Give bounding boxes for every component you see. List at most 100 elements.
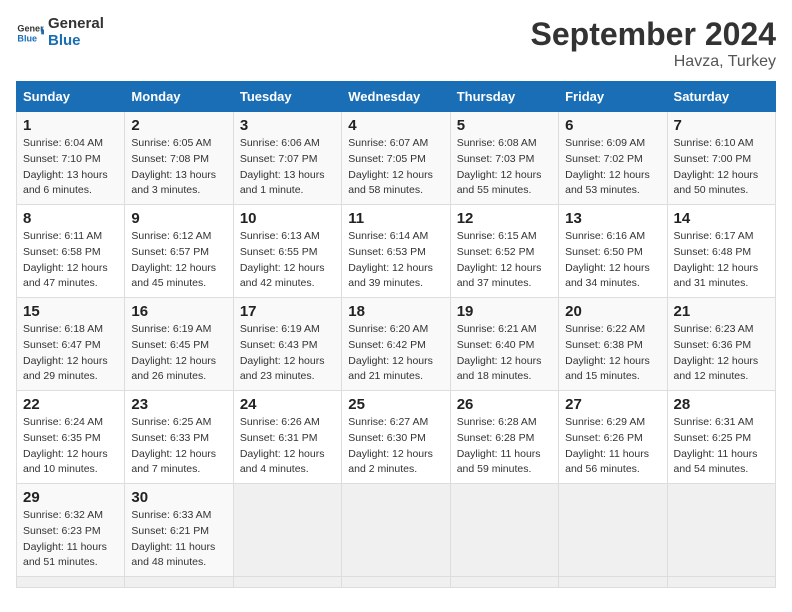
calendar-cell: 26 Sunrise: 6:28 AMSunset: 6:28 PMDaylig… — [450, 391, 558, 484]
calendar-cell: 11 Sunrise: 6:14 AMSunset: 6:53 PMDaylig… — [342, 205, 450, 298]
day-detail: Sunrise: 6:13 AMSunset: 6:55 PMDaylight:… — [240, 230, 325, 289]
day-detail: Sunrise: 6:11 AMSunset: 6:58 PMDaylight:… — [23, 230, 108, 289]
day-number: 16 — [131, 303, 226, 320]
calendar-cell: 15 Sunrise: 6:18 AMSunset: 6:47 PMDaylig… — [17, 298, 125, 391]
location-title: Havza, Turkey — [531, 53, 776, 71]
day-number: 24 — [240, 396, 335, 413]
day-number: 22 — [23, 396, 118, 413]
header-friday: Friday — [559, 82, 667, 112]
calendar-cell: 13 Sunrise: 6:16 AMSunset: 6:50 PMDaylig… — [559, 205, 667, 298]
header-tuesday: Tuesday — [233, 82, 341, 112]
day-number: 12 — [457, 210, 552, 227]
calendar-cell: 20 Sunrise: 6:22 AMSunset: 6:38 PMDaylig… — [559, 298, 667, 391]
day-number: 18 — [348, 303, 443, 320]
day-detail: Sunrise: 6:10 AMSunset: 7:00 PMDaylight:… — [674, 137, 759, 196]
day-number: 23 — [131, 396, 226, 413]
calendar-cell — [559, 577, 667, 588]
day-number: 11 — [348, 210, 443, 227]
calendar-cell: 4 Sunrise: 6:07 AMSunset: 7:05 PMDayligh… — [342, 112, 450, 205]
svg-text:Blue: Blue — [17, 33, 37, 43]
calendar-cell: 1 Sunrise: 6:04 AMSunset: 7:10 PMDayligh… — [17, 112, 125, 205]
calendar-cell: 6 Sunrise: 6:09 AMSunset: 7:02 PMDayligh… — [559, 112, 667, 205]
day-number: 26 — [457, 396, 552, 413]
calendar-cell: 23 Sunrise: 6:25 AMSunset: 6:33 PMDaylig… — [125, 391, 233, 484]
day-detail: Sunrise: 6:15 AMSunset: 6:52 PMDaylight:… — [457, 230, 542, 289]
calendar-row: 22 Sunrise: 6:24 AMSunset: 6:35 PMDaylig… — [17, 391, 776, 484]
calendar-cell: 12 Sunrise: 6:15 AMSunset: 6:52 PMDaylig… — [450, 205, 558, 298]
calendar-cell: 22 Sunrise: 6:24 AMSunset: 6:35 PMDaylig… — [17, 391, 125, 484]
calendar-cell — [450, 577, 558, 588]
day-number: 29 — [23, 489, 118, 506]
day-number: 28 — [674, 396, 769, 413]
calendar-cell: 9 Sunrise: 6:12 AMSunset: 6:57 PMDayligh… — [125, 205, 233, 298]
day-detail: Sunrise: 6:27 AMSunset: 6:30 PMDaylight:… — [348, 416, 433, 475]
calendar-row: 1 Sunrise: 6:04 AMSunset: 7:10 PMDayligh… — [17, 112, 776, 205]
weekday-header-row: Sunday Monday Tuesday Wednesday Thursday… — [17, 82, 776, 112]
calendar-cell: 7 Sunrise: 6:10 AMSunset: 7:00 PMDayligh… — [667, 112, 775, 205]
day-number: 17 — [240, 303, 335, 320]
day-detail: Sunrise: 6:18 AMSunset: 6:47 PMDaylight:… — [23, 323, 108, 382]
day-number: 30 — [131, 489, 226, 506]
day-number: 15 — [23, 303, 118, 320]
day-detail: Sunrise: 6:31 AMSunset: 6:25 PMDaylight:… — [674, 416, 758, 475]
calendar-cell: 5 Sunrise: 6:08 AMSunset: 7:03 PMDayligh… — [450, 112, 558, 205]
page-header: General Blue General Blue September 2024… — [16, 16, 776, 71]
calendar-cell: 24 Sunrise: 6:26 AMSunset: 6:31 PMDaylig… — [233, 391, 341, 484]
calendar-cell — [667, 484, 775, 577]
calendar-cell: 10 Sunrise: 6:13 AMSunset: 6:55 PMDaylig… — [233, 205, 341, 298]
calendar-cell: 25 Sunrise: 6:27 AMSunset: 6:30 PMDaylig… — [342, 391, 450, 484]
day-detail: Sunrise: 6:04 AMSunset: 7:10 PMDaylight:… — [23, 137, 108, 196]
day-detail: Sunrise: 6:20 AMSunset: 6:42 PMDaylight:… — [348, 323, 433, 382]
day-number: 2 — [131, 117, 226, 134]
calendar-cell: 2 Sunrise: 6:05 AMSunset: 7:08 PMDayligh… — [125, 112, 233, 205]
day-number: 13 — [565, 210, 660, 227]
calendar-row: 8 Sunrise: 6:11 AMSunset: 6:58 PMDayligh… — [17, 205, 776, 298]
day-number: 27 — [565, 396, 660, 413]
day-detail: Sunrise: 6:08 AMSunset: 7:03 PMDaylight:… — [457, 137, 542, 196]
header-monday: Monday — [125, 82, 233, 112]
day-number: 1 — [23, 117, 118, 134]
day-detail: Sunrise: 6:25 AMSunset: 6:33 PMDaylight:… — [131, 416, 216, 475]
day-number: 20 — [565, 303, 660, 320]
calendar-cell — [342, 484, 450, 577]
day-detail: Sunrise: 6:29 AMSunset: 6:26 PMDaylight:… — [565, 416, 649, 475]
month-title: September 2024 — [531, 16, 776, 53]
calendar-cell — [233, 484, 341, 577]
calendar-cell — [450, 484, 558, 577]
calendar-cell — [233, 577, 341, 588]
day-detail: Sunrise: 6:32 AMSunset: 6:23 PMDaylight:… — [23, 509, 107, 568]
day-number: 6 — [565, 117, 660, 134]
calendar-cell: 3 Sunrise: 6:06 AMSunset: 7:07 PMDayligh… — [233, 112, 341, 205]
day-number: 21 — [674, 303, 769, 320]
calendar-cell — [17, 577, 125, 588]
header-sunday: Sunday — [17, 82, 125, 112]
day-number: 25 — [348, 396, 443, 413]
day-number: 10 — [240, 210, 335, 227]
calendar-row: 29 Sunrise: 6:32 AMSunset: 6:23 PMDaylig… — [17, 484, 776, 577]
day-detail: Sunrise: 6:05 AMSunset: 7:08 PMDaylight:… — [131, 137, 216, 196]
calendar-cell: 16 Sunrise: 6:19 AMSunset: 6:45 PMDaylig… — [125, 298, 233, 391]
day-number: 3 — [240, 117, 335, 134]
day-detail: Sunrise: 6:19 AMSunset: 6:45 PMDaylight:… — [131, 323, 216, 382]
day-number: 7 — [674, 117, 769, 134]
day-detail: Sunrise: 6:19 AMSunset: 6:43 PMDaylight:… — [240, 323, 325, 382]
day-number: 4 — [348, 117, 443, 134]
calendar-cell: 18 Sunrise: 6:20 AMSunset: 6:42 PMDaylig… — [342, 298, 450, 391]
day-detail: Sunrise: 6:22 AMSunset: 6:38 PMDaylight:… — [565, 323, 650, 382]
logo-general: General — [48, 16, 104, 33]
calendar-table: Sunday Monday Tuesday Wednesday Thursday… — [16, 81, 776, 588]
header-saturday: Saturday — [667, 82, 775, 112]
calendar-cell — [667, 577, 775, 588]
day-detail: Sunrise: 6:24 AMSunset: 6:35 PMDaylight:… — [23, 416, 108, 475]
calendar-cell — [342, 577, 450, 588]
calendar-row — [17, 577, 776, 588]
calendar-cell: 8 Sunrise: 6:11 AMSunset: 6:58 PMDayligh… — [17, 205, 125, 298]
logo-icon: General Blue — [16, 19, 44, 47]
title-block: September 2024 Havza, Turkey — [531, 16, 776, 71]
day-detail: Sunrise: 6:09 AMSunset: 7:02 PMDaylight:… — [565, 137, 650, 196]
calendar-cell — [559, 484, 667, 577]
day-detail: Sunrise: 6:17 AMSunset: 6:48 PMDaylight:… — [674, 230, 759, 289]
day-detail: Sunrise: 6:12 AMSunset: 6:57 PMDaylight:… — [131, 230, 216, 289]
logo: General Blue General Blue — [16, 16, 104, 49]
day-number: 5 — [457, 117, 552, 134]
